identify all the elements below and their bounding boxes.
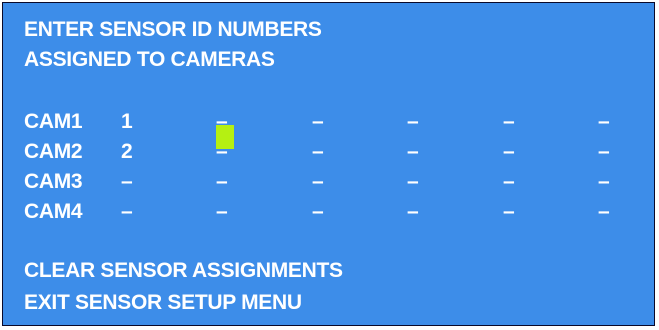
sensor-slot[interactable]: – xyxy=(312,140,324,164)
sensor-slot[interactable]: – xyxy=(598,110,610,134)
sensor-slot[interactable]: – xyxy=(503,140,515,164)
sensor-slot[interactable]: – xyxy=(407,200,419,224)
sensor-slot[interactable]: – xyxy=(407,170,419,194)
exit-sensor-setup-item[interactable]: EXIT SENSOR SETUP MENU xyxy=(24,291,302,315)
sensor-setup-screen: ENTER SENSOR ID NUMBERS ASSIGNED TO CAME… xyxy=(2,2,655,326)
camera-label: CAM3 xyxy=(24,170,83,193)
camera-row-3: CAM3 – – – – – – xyxy=(3,170,656,200)
camera-label: CAM1 xyxy=(24,110,83,133)
sensor-slot[interactable]: – xyxy=(216,200,228,224)
sensor-slot[interactable]: – xyxy=(598,140,610,164)
sensor-slot[interactable]: – xyxy=(503,110,515,134)
sensor-slot[interactable]: 1 xyxy=(121,110,133,134)
sensor-slot[interactable]: – xyxy=(598,200,610,224)
sensor-slot[interactable]: – xyxy=(216,110,228,134)
sensor-slot[interactable]: – xyxy=(598,170,610,194)
sensor-slot[interactable]: – xyxy=(407,140,419,164)
sensor-slot[interactable]: – xyxy=(216,140,228,164)
header-line-1: ENTER SENSOR ID NUMBERS xyxy=(24,18,322,41)
sensor-slot[interactable]: – xyxy=(216,170,228,194)
camera-label: CAM2 xyxy=(24,140,83,163)
camera-row-4: CAM4 – – – – – – xyxy=(3,200,656,230)
sensor-slot[interactable]: – xyxy=(121,170,133,194)
sensor-slot[interactable]: – xyxy=(407,110,419,134)
camera-row-1: CAM1 1 – – – – – xyxy=(3,110,656,140)
sensor-slot[interactable]: 2 xyxy=(121,140,133,164)
sensor-slot[interactable]: – xyxy=(312,110,324,134)
sensor-slot[interactable]: – xyxy=(312,200,324,224)
camera-row-2: CAM2 2 – – – – – xyxy=(3,140,656,170)
camera-label: CAM4 xyxy=(24,200,83,223)
sensor-slot[interactable]: – xyxy=(121,200,133,224)
sensor-slot[interactable]: – xyxy=(312,170,324,194)
clear-sensor-assignments-item[interactable]: CLEAR SENSOR ASSIGNMENTS xyxy=(24,259,343,283)
sensor-slot[interactable]: – xyxy=(503,200,515,224)
sensor-slot[interactable]: – xyxy=(503,170,515,194)
header-line-2: ASSIGNED TO CAMERAS xyxy=(24,48,275,71)
